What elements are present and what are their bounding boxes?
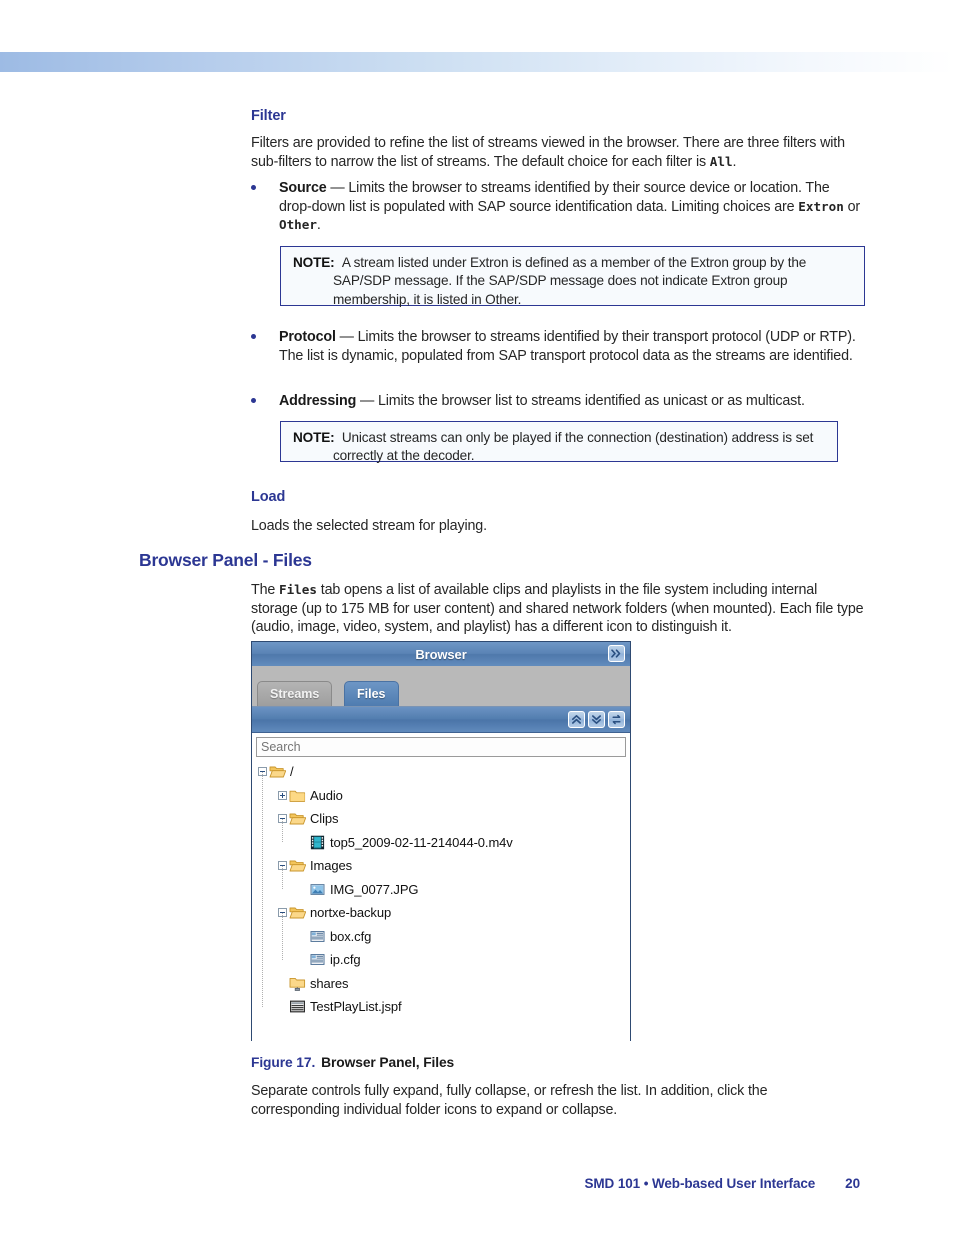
folder-open-icon[interactable] [289,858,306,873]
expand-all-button[interactable] [568,711,585,728]
tree-connector-line [282,912,283,960]
tab-streams-label: Streams [270,687,320,701]
code-files: Files [279,582,317,597]
bullet-term-addressing: Addressing [279,393,357,409]
browser-body: / Audio Clips top5_2009-02-11-214044-0.m4v I… [252,733,630,1041]
tree-item-label: top5_2009-02-11-214044-0.m4v [330,834,513,850]
load-paragraph: Loads the selected stream for playing. [251,518,487,534]
figure-caption: Figure 17. Browser Panel, Files [251,1055,454,1070]
tree-item[interactable]: box.cfg [256,925,626,949]
bullet-text-source-a: Limits the browser to streams identified… [279,180,830,215]
tree-item-label: box.cfg [330,928,372,944]
tree-item-label: Clips [310,811,339,827]
filter-intro-code-all: All [709,153,733,169]
tree-connector-line [282,818,283,843]
tree-item-label: ip.cfg [330,952,361,968]
tree-connector-line [262,771,263,1007]
folder-open-icon[interactable] [269,764,286,779]
tree-item[interactable]: TestPlayList.jspf [256,995,626,1019]
tab-files[interactable]: Files [344,681,399,706]
playlist-file-icon [290,1000,306,1013]
file-tree: / Audio Clips top5_2009-02-11-214044-0.m4v I… [256,760,626,1019]
bullet-marker [251,398,256,403]
note-box-extron-group: NOTE: A stream listed under Extron is de… [280,246,865,307]
bullet-item-protocol: Protocol — Limits the browser to streams… [251,328,861,365]
filter-intro-text-b: . [732,153,737,170]
tab-files-label: Files [357,687,386,701]
tree-item[interactable]: Images [256,854,626,878]
tree-item[interactable]: ip.cfg [256,948,626,972]
bullet-item-addressing: Addressing — Limits the browser list to … [251,392,861,411]
tree-item-label: / [290,764,294,780]
tree-item[interactable]: / [256,760,626,784]
footer-text: SMD 101 • Web-based User Interface [584,1176,816,1191]
page-number: 20 [845,1176,860,1191]
bullet-text-protocol: Limits the browser to streams identified… [279,329,856,364]
browser-titlebar: Browser [252,642,630,666]
browser-panel-screenshot: Browser Streams Files Search / Audio Cli… [251,641,631,1041]
tree-item-label: Images [310,858,353,874]
code-extron: Extron [798,198,844,214]
tree-item[interactable]: Clips [256,807,626,831]
document-page: Filter Filters are provided to refine th… [0,0,954,1235]
folder-open-icon[interactable] [289,811,306,826]
tree-item[interactable]: top5_2009-02-11-214044-0.m4v [256,831,626,855]
tree-item-label: nortxe-backup [310,905,392,921]
note-label: NOTE: [293,255,335,270]
note-text: Unicast streams can only be played if th… [333,430,814,464]
tree-item[interactable]: nortxe-backup [256,901,626,925]
note-label: NOTE: [293,430,335,445]
bullet-term-protocol: Protocol [279,329,336,345]
note-text: A stream listed under Extron is defined … [333,255,807,307]
figure-title: Browser Panel, Files [321,1055,455,1070]
tree-connector-line [282,865,283,890]
filter-intro-text-a: Filters are provided to refine the list … [251,135,845,170]
browser-title: Browser [415,646,467,662]
tree-item[interactable]: Audio [256,784,626,808]
bp-intro-text-a: The [251,582,280,598]
folder-closed-icon[interactable] [289,788,306,803]
browser-panel-intro-paragraph: The Files tab opens a list of available … [251,581,865,637]
network-folder-icon[interactable] [289,976,306,991]
filter-intro-paragraph: Filters are provided to refine the list … [251,134,861,171]
refresh-button[interactable] [608,711,625,728]
code-other: Other [279,217,317,233]
section-heading-browser-panel-files: Browser Panel - Files [139,550,312,570]
bullet-term-source: Source [279,180,327,196]
section-heading-load: Load [251,489,286,505]
section-heading-filter: Filter [251,108,286,124]
search-input[interactable] [256,737,626,757]
bullet-text-source-c: . [316,217,321,234]
tree-item-label: TestPlayList.jspf [310,999,402,1015]
bullet-text-source-b: or [843,198,861,215]
config-file-icon [310,954,325,966]
double-chevron-right-icon[interactable] [608,645,625,662]
after-figure-paragraph: Separate controls fully expand, fully co… [251,1083,768,1118]
tree-item-label: IMG_0077.JPG [330,881,419,897]
note-box-unicast: NOTE: Unicast streams can only be played… [280,421,838,464]
tab-streams[interactable]: Streams [257,681,333,706]
bullet-dash: — [326,180,349,196]
browser-toolbar [252,707,630,733]
page-footer: SMD 101 • Web-based User Interface 20 [585,1176,861,1191]
image-file-icon [310,883,325,895]
config-file-icon [310,930,325,942]
bullet-text-addressing: Limits the browser list to streams ident… [377,393,805,409]
tree-item[interactable]: shares [256,972,626,996]
figure-number: Figure 17. [251,1055,316,1070]
folder-open-icon[interactable] [289,905,306,920]
bullet-dash: — [356,393,378,409]
bullet-dash: — [335,329,358,345]
bullet-marker [251,334,256,339]
bullet-item-source: Source — Limits the browser to streams i… [251,179,861,235]
tree-item[interactable]: IMG_0077.JPG [256,878,626,902]
bp-intro-text-b: tab opens a list of available clips and … [251,582,864,636]
collapse-all-button[interactable] [588,711,605,728]
browser-tabstrip: Streams Files [252,666,630,707]
video-file-icon [310,835,325,850]
tree-item-label: shares [310,975,349,991]
bullet-marker [251,185,256,190]
tree-item-label: Audio [310,787,343,803]
tree-expand-toggle[interactable] [278,790,287,800]
